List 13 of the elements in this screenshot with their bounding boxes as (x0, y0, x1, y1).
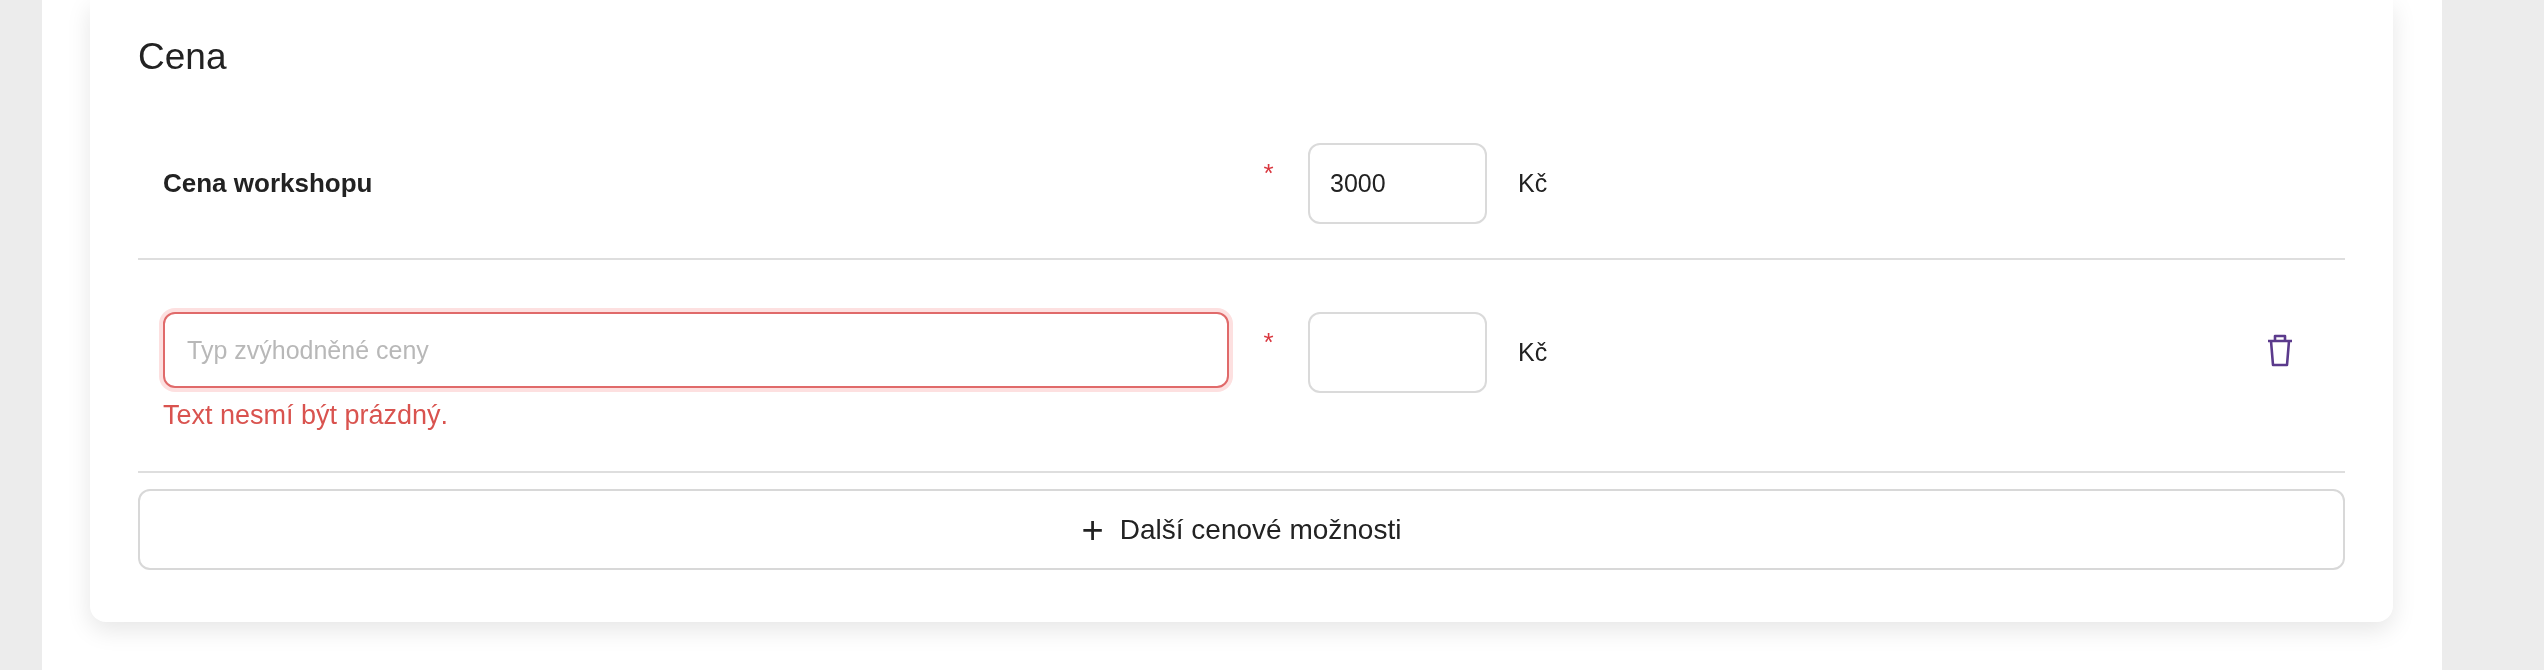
required-mark: * (1262, 157, 1275, 190)
error-message: Text nesmí být prázdný. (163, 400, 450, 431)
currency-label: Kč (1517, 337, 1548, 368)
add-price-option-button[interactable]: + Další cenové možnosti (138, 489, 2345, 570)
section-title: Cena (138, 35, 228, 79)
delete-button[interactable] (2265, 332, 2295, 368)
price-field[interactable]: 3000 (1308, 143, 1487, 224)
required-mark: * (1262, 326, 1275, 359)
currency-label: Kč (1517, 168, 1548, 199)
plus-icon: + (1081, 510, 1104, 549)
price-label: Cena workshopu (163, 167, 374, 200)
price-type-field[interactable]: Typ zvýhodněné ceny (163, 312, 1229, 388)
price-field[interactable] (1308, 312, 1487, 393)
